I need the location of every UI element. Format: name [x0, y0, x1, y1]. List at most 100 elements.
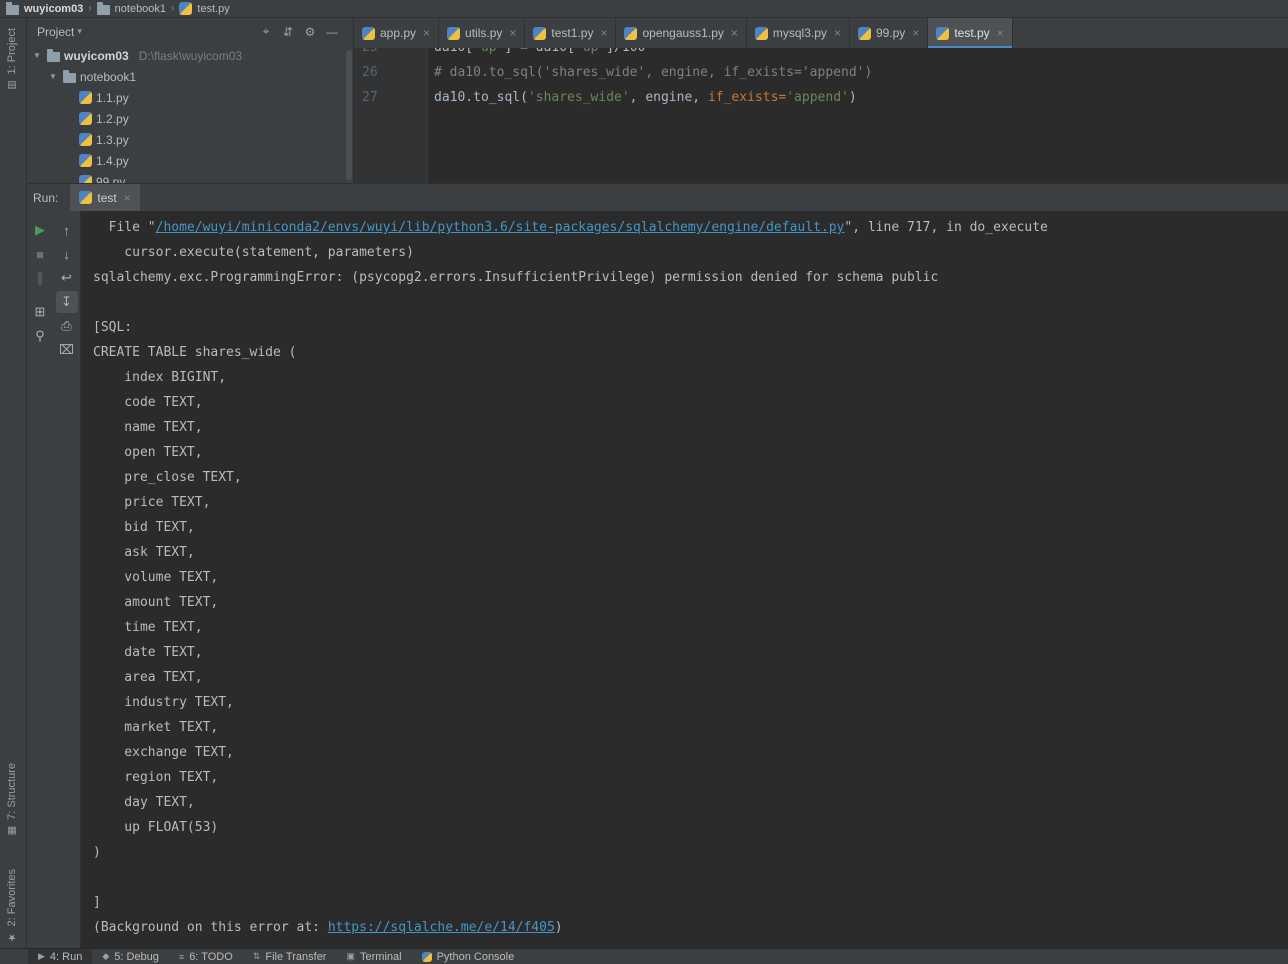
breadcrumb-item-project[interactable]: wuyicom03 [24, 3, 83, 15]
chevron-expanded-icon[interactable]: ▼ [31, 51, 43, 60]
run-tab-test[interactable]: test × [70, 184, 139, 212]
tab-mysql3-py[interactable]: mysql3.py × [747, 18, 850, 48]
tool-window-button-structure[interactable]: ▦ 7: Structure [6, 763, 18, 836]
breadcrumb-item-file[interactable]: test.py [197, 3, 229, 15]
collapse-all-button[interactable]: ⇵ [277, 25, 299, 39]
tab-opengauss1-py[interactable]: opengauss1.py × [616, 18, 746, 48]
close-icon[interactable]: × [731, 26, 738, 40]
statusbar-item-file-transfer[interactable]: ⇅ File Transfer [243, 949, 337, 964]
run-console-output[interactable]: File "/home/wuyi/miniconda2/envs/wuyi/li… [81, 211, 1288, 948]
chevron-expanded-icon[interactable]: ▼ [47, 72, 59, 81]
tree-item-label: notebook1 [80, 70, 136, 84]
breadcrumb: wuyicom03 › notebook1 › test.py [0, 0, 1288, 18]
error-doc-link[interactable]: https://sqlalche.me/e/14/f405 [328, 920, 555, 935]
statusbar-label: 5: Debug [114, 951, 159, 963]
project-view-selector[interactable]: Project [37, 25, 74, 39]
statusbar-item-todo[interactable]: ≡ 6: TODO [169, 949, 243, 964]
tab-label: opengauss1.py [642, 26, 723, 40]
close-icon[interactable]: × [912, 26, 919, 40]
console-line: bid TEXT, [93, 515, 1288, 540]
tree-item-label: 1.1.py [96, 91, 129, 105]
stop-button[interactable]: ■ [29, 243, 51, 265]
python-file-icon [624, 27, 637, 40]
tool-window-button-project[interactable]: ▤ 1: Project [6, 28, 18, 90]
python-file-icon [362, 27, 375, 40]
statusbar-label: Python Console [437, 951, 515, 963]
status-bar: ▶ 4: Run ◆ 5: Debug ≡ 6: TODO ⇅ File Tra… [0, 948, 1288, 964]
python-file-icon [79, 175, 92, 183]
run-panel-label: Run: [33, 191, 58, 205]
tool-window-button-favorites[interactable]: ★ 2: Favorites [6, 869, 18, 942]
console-line: region TEXT, [93, 765, 1288, 790]
tree-item-file[interactable]: 99.py [27, 171, 353, 183]
locate-file-button[interactable]: ⌖ [255, 24, 277, 39]
close-icon[interactable]: × [997, 26, 1004, 40]
pin-tab-button[interactable]: ⚲ [29, 325, 51, 347]
breadcrumb-item-package[interactable]: notebook1 [115, 3, 166, 15]
tree-item-file[interactable]: 1.2.py [27, 108, 353, 129]
tree-item-file[interactable]: 1.1.py [27, 87, 353, 108]
console-line: ] [93, 890, 1288, 915]
print-button[interactable]: ⎙ [56, 315, 78, 337]
editor-code-area[interactable]: da10['up'] = da10['up']/100 # da10.to_sq… [428, 48, 1288, 183]
gear-icon[interactable]: ⚙ [299, 25, 321, 39]
scroll-to-end-button[interactable]: ↧ [56, 291, 78, 313]
python-icon [422, 952, 432, 962]
tree-item-root[interactable]: ▼ wuyicom03 D:\flask\wuyicom03 [27, 45, 353, 66]
file-link[interactable]: /home/wuyi/miniconda2/envs/wuyi/lib/pyth… [156, 220, 845, 235]
project-scrollbar[interactable] [346, 50, 352, 180]
python-file-icon [79, 154, 92, 167]
breadcrumb-separator-icon: › [171, 3, 174, 14]
statusbar-item-run[interactable]: ▶ 4: Run [28, 949, 92, 964]
close-icon[interactable]: × [600, 26, 607, 40]
run-tab-label: test [97, 191, 116, 205]
pause-output-button[interactable]: ∥ [29, 267, 51, 289]
statusbar-label: 4: Run [50, 951, 82, 963]
clear-all-button[interactable]: ⌧ [56, 339, 78, 361]
console-line: exchange TEXT, [93, 740, 1288, 765]
console-line [93, 290, 1288, 315]
statusbar-item-python-console[interactable]: Python Console [412, 949, 525, 964]
tab-test-py[interactable]: test.py × [928, 18, 1012, 48]
tree-item-file[interactable]: 1.3.py [27, 129, 353, 150]
project-panel-header: Project ▾ ⌖ ⇵ ⚙ — [27, 18, 353, 45]
tree-item-file[interactable]: 1.4.py [27, 150, 353, 171]
python-file-icon [79, 112, 92, 125]
up-stack-trace-button[interactable]: ↑ [56, 219, 78, 241]
close-icon[interactable]: × [124, 191, 131, 205]
code-editor[interactable]: 25 26 27 da10['up'] = da10['up']/100 # d… [354, 48, 1288, 183]
console-line: area TEXT, [93, 665, 1288, 690]
close-icon[interactable]: × [834, 26, 841, 40]
restore-layout-button[interactable]: ⊞ [29, 301, 51, 323]
tree-item-folder[interactable]: ▼ notebook1 [27, 66, 353, 87]
console-line: price TEXT, [93, 490, 1288, 515]
tab-label: test.py [954, 26, 989, 40]
console-line: market TEXT, [93, 715, 1288, 740]
console-line: ask TEXT, [93, 540, 1288, 565]
python-file-icon [79, 191, 92, 204]
code-line-25: da10['up'] = da10['up']/100 [434, 48, 1288, 60]
close-icon[interactable]: × [423, 26, 430, 40]
terminal-icon: ▣ [346, 951, 355, 962]
statusbar-item-terminal[interactable]: ▣ Terminal [336, 949, 411, 964]
statusbar-item-debug[interactable]: ◆ 5: Debug [92, 949, 169, 964]
tab-utils-py[interactable]: utils.py × [439, 18, 525, 48]
tool-window-label: 2: Favorites [6, 869, 18, 926]
tab-app-py[interactable]: app.py × [354, 18, 439, 48]
console-line [93, 865, 1288, 890]
folder-icon [47, 52, 60, 62]
console-line: amount TEXT, [93, 590, 1288, 615]
close-icon[interactable]: × [509, 26, 516, 40]
down-stack-trace-button[interactable]: ↓ [56, 243, 78, 265]
soft-wrap-button[interactable]: ↩ [56, 267, 78, 289]
structure-tool-icon: ▦ [7, 825, 18, 836]
editor-gutter: 25 26 27 [354, 48, 428, 183]
console-line: day TEXT, [93, 790, 1288, 815]
python-file-icon [179, 2, 192, 15]
rerun-button[interactable]: ▶ [29, 219, 51, 241]
tab-99-py[interactable]: 99.py × [850, 18, 928, 48]
tab-test1-py[interactable]: test1.py × [525, 18, 616, 48]
python-file-icon [755, 27, 768, 40]
tree-item-label: wuyicom03 [64, 49, 129, 63]
hide-panel-button[interactable]: — [321, 25, 343, 39]
